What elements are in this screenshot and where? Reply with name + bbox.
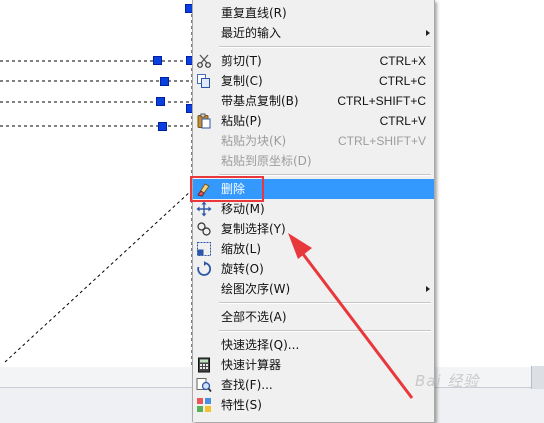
watermark: Bai 经验 (415, 372, 480, 390)
annotation-arrow (288, 233, 414, 399)
